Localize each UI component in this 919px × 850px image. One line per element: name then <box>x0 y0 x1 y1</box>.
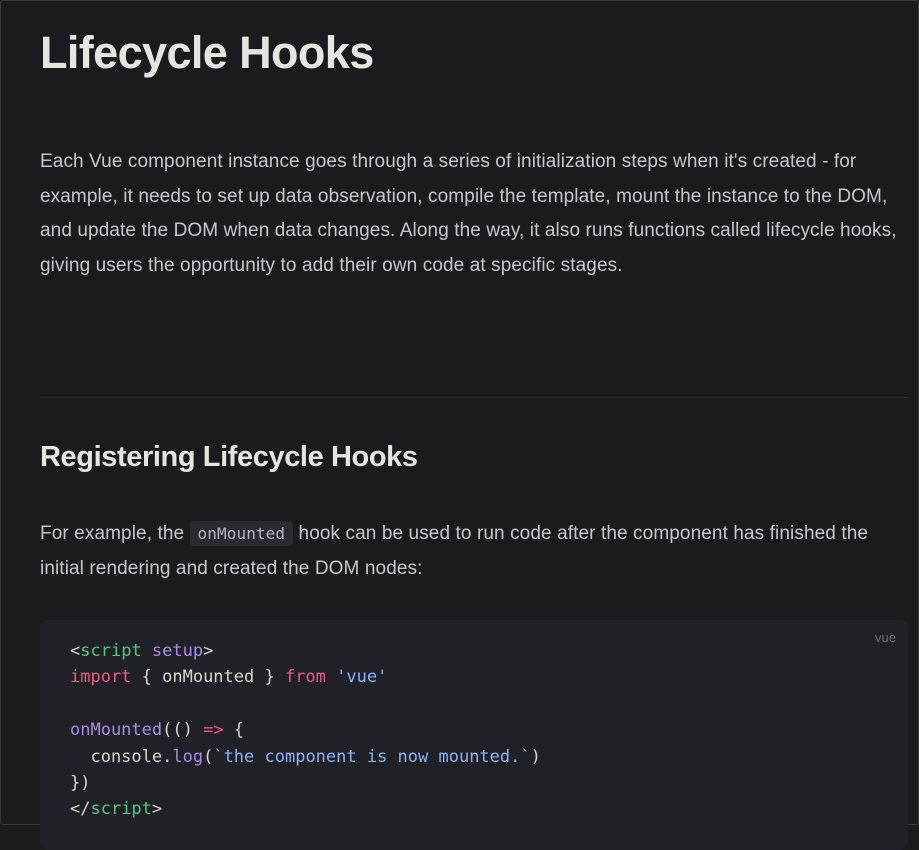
token-punct: < <box>70 641 81 661</box>
section-heading[interactable]: Registering Lifecycle Hooks <box>40 437 418 477</box>
token-punct: ) <box>530 746 541 767</box>
token-attr: setup <box>151 641 204 661</box>
section-divider <box>40 397 908 398</box>
token-string: 'vue' <box>336 667 388 688</box>
inline-code-onmounted: onMounted <box>189 521 294 546</box>
code-line-7: </script> <box>70 799 162 819</box>
token-punct: > <box>203 641 214 661</box>
token-punct: > <box>151 799 163 820</box>
token-arrow: => <box>203 720 224 741</box>
page-title: Lifecycle Hooks <box>40 27 374 78</box>
code-line-5: console.log(`the component is now mounte… <box>70 746 541 767</box>
code-line-1: <script setup> <box>70 641 213 661</box>
token-keyword: from <box>284 667 326 688</box>
token-punct: </ <box>70 799 91 820</box>
token-punct: (() <box>162 720 204 741</box>
code-line-4: onMounted(() => { <box>70 720 244 740</box>
token-keyword: import <box>70 667 132 688</box>
token-punct: ( <box>203 746 214 767</box>
token-punct: { <box>223 720 245 741</box>
token-tag: script <box>90 799 152 820</box>
intro-paragraph: Each Vue component instance goes through… <box>40 151 897 276</box>
token-function: log <box>172 746 204 767</box>
token-tag: script <box>80 641 142 661</box>
example-text-before: For example, the <box>40 523 190 544</box>
token-plain: { onMounted } <box>131 667 285 688</box>
code-content[interactable]: <script setup> import { onMounted } from… <box>70 638 541 823</box>
example-paragraph: For example, the onMounted hook can be u… <box>40 517 900 586</box>
token-string: `the component is now mounted.` <box>213 746 531 767</box>
code-block[interactable]: vue <script setup> import { onMounted } … <box>40 620 908 850</box>
code-line-2: import { onMounted } from 'vue' <box>70 667 387 687</box>
token-function: onMounted <box>70 720 163 741</box>
token-plain: console. <box>70 746 173 767</box>
code-language-label: vue <box>875 630 896 645</box>
code-line-6: }) <box>70 773 90 793</box>
token-punct: }) <box>70 773 91 794</box>
